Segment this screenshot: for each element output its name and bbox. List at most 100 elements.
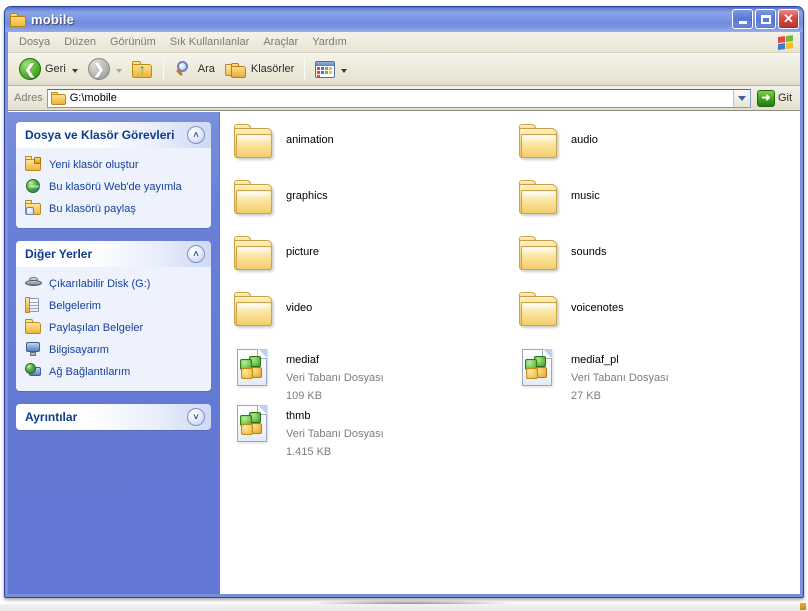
address-value: G:\mobile — [69, 92, 117, 104]
views-grid-icon — [315, 60, 336, 78]
sidebar-item-removable-disk[interactable]: Çıkarılabilir Disk (G:) — [25, 273, 205, 295]
folder-icon — [232, 180, 276, 220]
toolbar-separator — [304, 58, 306, 80]
panel-title: Dosya ve Klasör Görevleri — [25, 128, 175, 142]
my-documents-icon — [25, 297, 42, 313]
maximize-button[interactable] — [755, 9, 776, 29]
sidebar-item-publish-to-web[interactable]: Bu klasörü Web'de yayımla — [25, 176, 205, 198]
back-button[interactable]: ❮ Geri — [14, 57, 83, 82]
panel-other-places: Diğer Yerler ˄ Çıkarılabilir Disk (G:) B… — [16, 241, 211, 391]
item-name: picture — [286, 246, 320, 258]
list-item[interactable]: mediaf Veri Tabanı Dosyası 109 KB — [230, 348, 515, 404]
windows-flag-icon — [775, 33, 797, 52]
desktop-bottom-strip — [0, 604, 808, 611]
folder-icon — [517, 124, 561, 164]
minimize-icon — [738, 20, 747, 24]
close-icon: ✕ — [783, 11, 794, 26]
sidebar-item-label: Bu klasörü Web'de yayımla — [49, 181, 182, 193]
database-file-icon — [517, 348, 561, 388]
sidebar-item-label: Yeni klasör oluştur — [49, 159, 139, 171]
folder-icon — [517, 292, 561, 332]
views-button[interactable] — [310, 57, 352, 82]
maximize-icon — [760, 14, 771, 24]
list-item[interactable]: mediaf_pl Veri Tabanı Dosyası 27 KB — [515, 348, 800, 404]
panel-title: Diğer Yerler — [25, 247, 93, 261]
go-arrow-icon: ➜ — [756, 89, 775, 107]
chevron-down-icon[interactable]: ˅ — [187, 408, 205, 426]
item-size: 109 KB — [286, 390, 323, 402]
forward-arrow-icon: ❯ — [87, 58, 110, 80]
list-item[interactable]: music — [515, 180, 800, 236]
folder-icon — [232, 236, 276, 276]
folder-icon — [232, 124, 276, 164]
file-grid: animation audio graphics music picture s… — [230, 124, 800, 460]
address-dropdown-button[interactable] — [732, 89, 750, 107]
up-button[interactable]: ↑ — [127, 57, 158, 82]
sidebar-item-new-folder[interactable]: Yeni klasör oluştur — [25, 154, 205, 176]
menu-item-favorites[interactable]: Sık Kullanılanlar — [163, 34, 257, 51]
item-name: mediaf_pl — [571, 354, 619, 366]
address-input[interactable]: G:\mobile — [46, 88, 751, 108]
folder-icon — [232, 292, 276, 332]
item-name: thmb — [286, 410, 311, 422]
folders-button[interactable]: Klasörler — [220, 57, 299, 82]
toolbar: ❮ Geri ❯ ↑ Ara Klasörler — [8, 53, 800, 86]
list-item[interactable]: audio — [515, 124, 800, 180]
menu-item-help[interactable]: Yardım — [305, 34, 354, 51]
network-icon — [25, 363, 42, 379]
item-type: Veri Tabanı Dosyası — [571, 372, 669, 384]
views-caret-icon[interactable] — [341, 68, 348, 73]
forward-history-caret-icon[interactable] — [115, 68, 122, 73]
minimize-button[interactable] — [732, 9, 753, 29]
item-name: video — [286, 302, 313, 314]
folder-icon — [10, 12, 26, 27]
chevron-up-icon[interactable]: ˄ — [187, 245, 205, 263]
window-body: Dosya ve Klasör Görevleri ˄ Yeni klasör … — [8, 111, 800, 594]
window-titlebar[interactable]: mobile ✕ — [5, 7, 803, 32]
sidebar-item-shared-documents[interactable]: Paylaşılan Belgeler — [25, 317, 205, 339]
go-button[interactable]: ➜ Git — [755, 88, 797, 109]
folder-icon — [517, 180, 561, 220]
globe-icon — [25, 178, 42, 194]
list-item[interactable]: thmb Veri Tabanı Dosyası 1.415 KB — [230, 404, 515, 460]
list-item[interactable]: voicenotes — [515, 292, 800, 348]
panel-header[interactable]: Ayrıntılar ˅ — [16, 404, 211, 430]
panel-body: Yeni klasör oluştur Bu klasörü Web'de ya… — [16, 148, 211, 228]
new-folder-icon — [25, 156, 42, 172]
item-size: 1.415 KB — [286, 446, 332, 458]
panel-details: Ayrıntılar ˅ — [16, 404, 211, 430]
sidebar-item-label: Bu klasörü paylaş — [49, 203, 136, 215]
sidebar-item-label: Paylaşılan Belgeler — [49, 322, 144, 334]
list-item[interactable]: graphics — [230, 180, 515, 236]
menu-item-file[interactable]: Dosya — [12, 34, 57, 51]
menu-item-edit[interactable]: Düzen — [57, 34, 103, 51]
sidebar-item-my-documents[interactable]: Belgelerim — [25, 295, 205, 317]
sidebar-item-label: Çıkarılabilir Disk (G:) — [49, 278, 151, 290]
menu-item-view[interactable]: Görünüm — [103, 34, 163, 51]
close-button[interactable]: ✕ — [778, 9, 799, 29]
database-file-icon — [232, 348, 276, 388]
list-item[interactable]: sounds — [515, 236, 800, 292]
shared-documents-icon — [25, 319, 42, 335]
search-magnifier-icon — [174, 60, 194, 79]
panel-header[interactable]: Dosya ve Klasör Görevleri ˄ — [16, 122, 211, 148]
item-name: sounds — [571, 246, 607, 258]
chevron-down-icon — [737, 95, 746, 101]
list-item[interactable]: video — [230, 292, 515, 348]
sidebar-item-my-computer[interactable]: Bilgisayarım — [25, 339, 205, 361]
chevron-up-icon[interactable]: ˄ — [187, 126, 205, 144]
search-button[interactable]: Ara — [169, 57, 220, 82]
panel-header[interactable]: Diğer Yerler ˄ — [16, 241, 211, 267]
menu-item-tools[interactable]: Araçlar — [256, 34, 305, 51]
back-history-caret-icon[interactable] — [71, 68, 78, 73]
go-label: Git — [777, 92, 792, 104]
sidebar-item-share-folder[interactable]: Bu klasörü paylaş — [25, 198, 205, 220]
forward-button[interactable]: ❯ — [83, 57, 127, 82]
back-label: Geri — [45, 63, 66, 75]
folders-icon — [224, 60, 247, 79]
list-item[interactable]: picture — [230, 236, 515, 292]
sidebar-item-my-network-places[interactable]: Ağ Bağlantılarım — [25, 361, 205, 383]
list-item[interactable]: animation — [230, 124, 515, 180]
panel-file-and-folder-tasks: Dosya ve Klasör Görevleri ˄ Yeni klasör … — [16, 122, 211, 228]
file-list-area[interactable]: animation audio graphics music picture s… — [220, 112, 800, 594]
